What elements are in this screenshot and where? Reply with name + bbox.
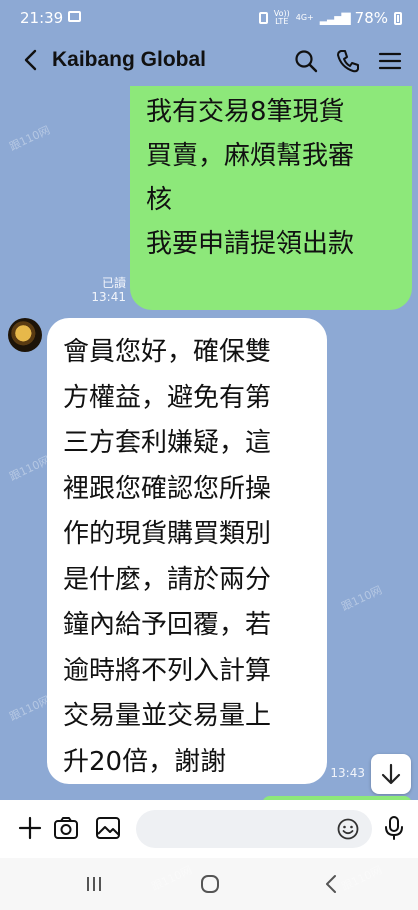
message-line: 是什麼，請於兩分 [63,564,272,595]
volte-indicator: Vo)) LTE [273,9,290,26]
hamburger-menu-icon[interactable] [376,47,404,75]
camera-icon[interactable] [52,814,80,842]
chat-header: Kaibang Global [0,36,418,86]
plus-icon[interactable] [16,814,44,842]
message-line: 作的現貨購買類別 [63,519,272,549]
message-line: 我有交易8筆現貨 [146,97,345,127]
message-line: 逾時將不列入計算 [63,655,272,686]
message-time: 13:43 [330,766,365,780]
arrow-down-icon [381,763,401,785]
recents-icon[interactable] [82,872,106,896]
phone-icon[interactable] [334,47,362,75]
system-nav-bar [0,858,418,910]
message-line: 三方套利嫌疑，這 [63,428,272,458]
back-arrow-icon[interactable] [18,46,46,74]
message-input[interactable] [136,810,372,848]
message-time: 13:41 [91,290,126,304]
status-right: Vo)) LTE 4G+ ▂▃▅▇ 78% [258,9,402,27]
signal-icon: ▂▃▅▇ [319,11,351,25]
microphone-icon[interactable] [380,814,408,842]
message-line: 買賣，麻煩幫我審 [146,141,355,171]
message-line: 我要申請提領出款 [146,229,355,259]
message-line: 鐘內給予回覆，若 [63,610,272,640]
watermark: 跟110网 [7,693,52,724]
watermark: 跟110网 [7,453,52,484]
image-icon[interactable] [94,814,122,842]
home-icon[interactable] [198,872,222,896]
status-bar: 21:39 Vo)) LTE 4G+ ▂▃▅▇ 78% [0,0,418,36]
watermark: 跟110网 [7,123,52,154]
status-time: 21:39 [20,9,64,27]
gallery-notification-icon [68,11,81,22]
battery-percent: 78% [354,9,388,27]
search-icon[interactable] [292,47,320,75]
message-line: 核 [146,185,173,215]
read-receipt: 已讀 13:41 [84,276,126,304]
sim-icon [258,12,268,24]
message-input-bar [0,800,418,858]
message-line: 方權益，避免有第 [63,382,272,413]
chat-title: Kaibang Global [52,48,207,71]
message-line: 會員您好，確保雙 [63,337,272,367]
back-icon[interactable] [320,872,344,896]
message-line: 升20倍，謝謝 [63,746,227,777]
incoming-message-bubble[interactable]: 會員您好，確保雙 方權益，避免有第 三方套利嫌疑，這 裡跟您確認您所操 作的現貨… [47,318,327,784]
read-label: 已讀 [101,276,126,290]
message-line: 裡跟您確認您所操 [63,473,272,504]
message-line: 交易量並交易量上 [63,701,272,731]
watermark: 跟110网 [339,583,384,614]
network-type: 4G+ [295,13,314,22]
sender-avatar[interactable] [8,318,42,352]
scroll-to-bottom-button[interactable] [371,754,411,794]
battery-icon [394,11,402,25]
emoji-icon[interactable] [336,817,360,841]
outgoing-message-bubble[interactable]: 我有交易8筆現貨 買賣，麻煩幫我審 核 我要申請提領出款 [130,86,412,310]
